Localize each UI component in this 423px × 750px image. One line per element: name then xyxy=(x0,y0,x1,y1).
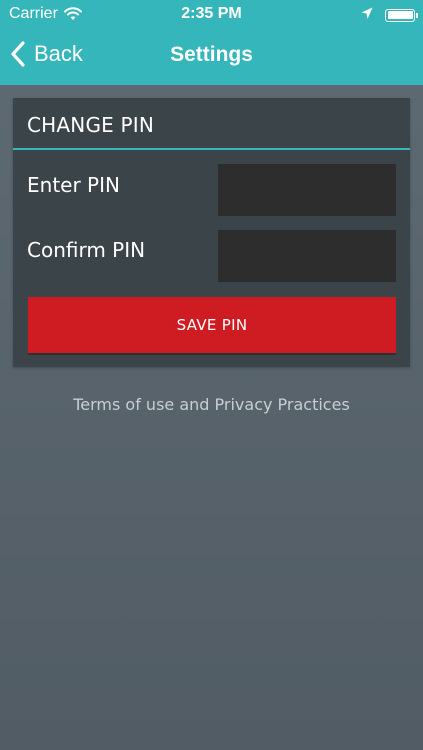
status-bar: Carrier 2:35 PM xyxy=(0,0,423,28)
change-pin-title: CHANGE PIN xyxy=(27,113,155,137)
page-title: Settings xyxy=(170,43,253,66)
app-header: Carrier 2:35 PM Back Settings xyxy=(0,0,423,85)
location-arrow-icon xyxy=(361,6,373,24)
status-right-icons xyxy=(361,6,418,24)
confirm-pin-label: Confirm PIN xyxy=(27,238,146,262)
navigation-bar: Back Settings xyxy=(0,28,423,85)
enter-pin-label: Enter PIN xyxy=(27,173,120,197)
panel-divider xyxy=(13,148,410,150)
enter-pin-input[interactable] xyxy=(218,164,396,216)
terms-privacy-link[interactable]: Terms of use and Privacy Practices xyxy=(0,395,423,414)
status-time: 2:35 PM xyxy=(181,5,242,22)
confirm-pin-input[interactable] xyxy=(218,230,396,282)
battery-icon xyxy=(385,8,418,22)
save-pin-button[interactable]: SAVE PIN xyxy=(28,297,396,353)
change-pin-panel: CHANGE PIN Enter PIN Confirm PIN SAVE PI… xyxy=(13,98,410,367)
